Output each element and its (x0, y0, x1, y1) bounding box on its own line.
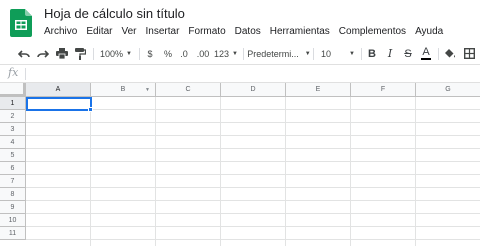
row-header[interactable]: 10 (0, 214, 26, 227)
print-button[interactable] (54, 44, 70, 63)
fx-icon: fx (8, 66, 19, 79)
menu-complementos[interactable]: Complementos (334, 25, 410, 39)
menu-formato[interactable]: Formato (183, 25, 229, 39)
undo-icon (18, 49, 30, 59)
active-cell-a1[interactable] (26, 97, 92, 111)
chevron-down-icon: ▼ (304, 50, 311, 57)
column-header-b[interactable]: B ▼ (91, 83, 156, 97)
borders-icon (463, 48, 475, 59)
document-title[interactable]: Hoja de cálculo sin título (44, 6, 185, 21)
fill-handle[interactable] (88, 107, 93, 112)
column-header-label: B (120, 86, 126, 93)
column-menu-icon[interactable]: ▼ (145, 83, 150, 97)
print-icon (56, 48, 68, 59)
undo-button[interactable] (16, 44, 32, 63)
toolbar-divider (93, 48, 94, 60)
row-header[interactable]: 5 (0, 149, 26, 162)
paint-format-icon (74, 47, 86, 60)
font-select[interactable]: Predetermi... ▼ (247, 44, 311, 63)
chevron-down-icon: ▼ (232, 50, 238, 57)
percent-button[interactable]: % (162, 44, 174, 63)
toolbar-divider (361, 48, 362, 60)
zoom-value: 100% (100, 48, 124, 59)
redo-icon (37, 49, 49, 59)
column-header-d[interactable]: D (221, 83, 286, 97)
sheets-logo-icon[interactable] (10, 9, 32, 37)
toolbar-divider (243, 48, 244, 60)
zoom-select[interactable]: 100% ▼ (99, 44, 133, 63)
row-header[interactable]: 3 (0, 123, 26, 136)
spreadsheet-grid: A B ▼ C D E F G 1 2 3 4 5 6 7 8 9 10 11 (0, 83, 480, 246)
column-header-c[interactable]: C (156, 83, 221, 97)
chevron-down-icon: ▼ (349, 50, 355, 57)
menu-ver[interactable]: Ver (116, 25, 140, 39)
select-all-corner[interactable] (0, 83, 26, 97)
decrease-decimals-button[interactable]: .0 (177, 44, 191, 63)
menu-herramientas[interactable]: Herramientas (265, 25, 334, 39)
fill-color-button[interactable] (443, 44, 457, 63)
column-header-f[interactable]: F (351, 83, 416, 97)
italic-button[interactable]: I (384, 44, 396, 63)
menu-bar: Archivo Editar Ver Insertar Formato Dato… (39, 25, 447, 39)
cell-area[interactable] (26, 97, 480, 246)
toolbar-divider (139, 48, 140, 60)
menu-insertar[interactable]: Insertar (141, 25, 184, 39)
header: Hoja de cálculo sin título Archivo Edita… (0, 0, 480, 44)
text-color-icon: A (421, 46, 431, 60)
more-formats-select[interactable]: 123 ▼ (214, 44, 238, 63)
toolbar-divider (438, 48, 439, 60)
font-size-value: 10 (321, 48, 332, 59)
row-header[interactable]: 9 (0, 201, 26, 214)
paint-format-button[interactable] (72, 44, 88, 63)
column-headers: A B ▼ C D E F G (26, 83, 480, 97)
bold-button[interactable]: B (366, 44, 378, 63)
column-header-a[interactable]: A (26, 83, 91, 97)
menu-datos[interactable]: Datos (230, 25, 265, 39)
column-header-e[interactable]: E (286, 83, 351, 97)
strikethrough-button[interactable]: S (402, 44, 414, 63)
column-header-g[interactable]: G (416, 83, 480, 97)
row-header[interactable]: 4 (0, 136, 26, 149)
redo-button[interactable] (35, 44, 51, 63)
menu-editar[interactable]: Editar (81, 25, 116, 39)
paint-bucket-icon (444, 48, 456, 60)
formula-bar: fx (0, 64, 480, 83)
row-headers: 1 2 3 4 5 6 7 8 9 10 11 (0, 97, 26, 240)
font-size-select[interactable]: 10 ▼ (319, 44, 357, 63)
text-color-button[interactable]: A (419, 44, 433, 63)
toolbar-divider (313, 48, 314, 60)
font-value: Predetermi... (247, 48, 299, 59)
row-header[interactable]: 11 (0, 227, 26, 240)
menu-ayuda[interactable]: Ayuda (410, 25, 447, 39)
formula-divider (25, 68, 26, 80)
more-formats-label: 123 (214, 48, 230, 59)
currency-button[interactable]: $ (144, 44, 156, 63)
row-header[interactable]: 1 (0, 97, 26, 110)
row-header[interactable]: 6 (0, 162, 26, 175)
borders-button[interactable] (462, 44, 476, 63)
row-header[interactable]: 7 (0, 175, 26, 188)
toolbar: 100% ▼ $ % .0 .00 123 ▼ Predetermi... ▼ 10 ▼… (0, 44, 480, 63)
row-header[interactable]: 8 (0, 188, 26, 201)
menu-archivo[interactable]: Archivo (39, 25, 81, 39)
formula-input[interactable] (30, 67, 470, 81)
row-header[interactable]: 2 (0, 110, 26, 123)
increase-decimals-button[interactable]: .00 (194, 44, 212, 63)
chevron-down-icon: ▼ (126, 50, 132, 57)
